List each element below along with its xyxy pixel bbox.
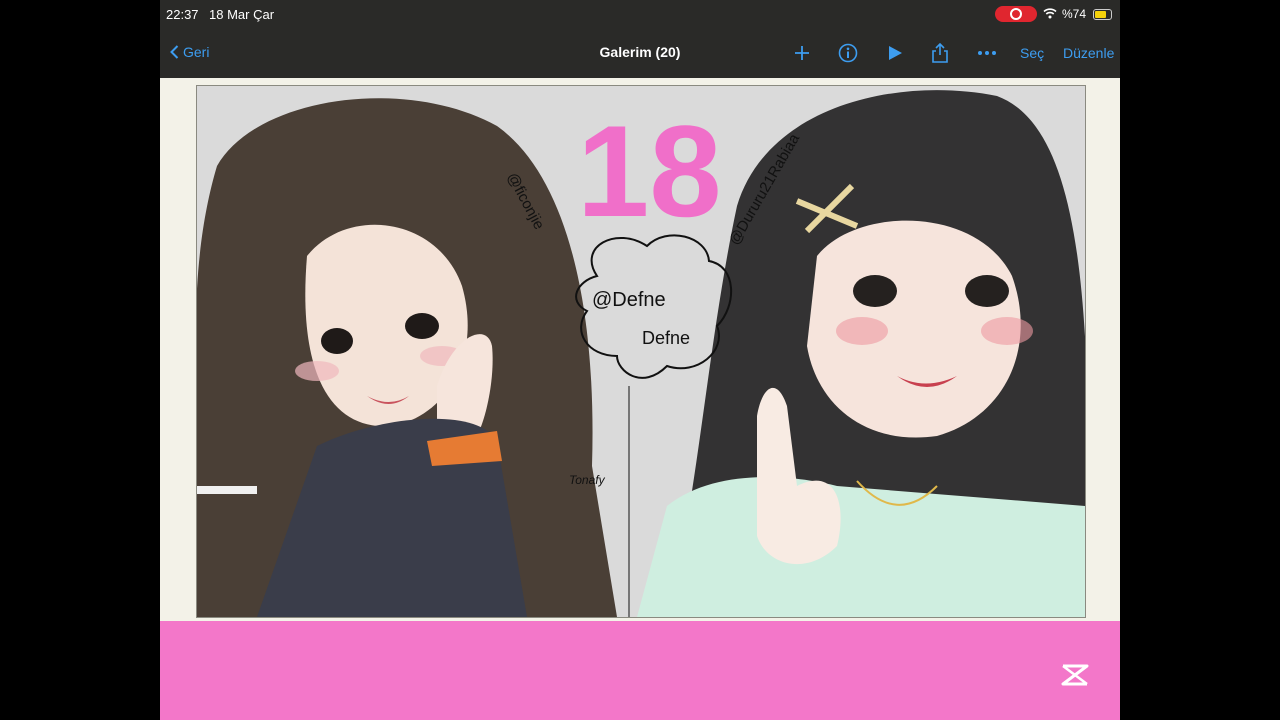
more-icon[interactable] [974, 40, 1000, 66]
battery-percentage: %74 [1062, 7, 1087, 21]
info-icon[interactable] [835, 40, 861, 66]
bubble-line-1: @Defne [592, 289, 666, 311]
artwork-image[interactable]: 18 @ficonjie @Dururu21Rabiaa @Defne Defn… [196, 85, 1086, 618]
status-bar: 22:37 18 Mar Çar %74 [160, 0, 1120, 28]
back-label: Geri [183, 44, 210, 60]
plus-icon[interactable] [789, 40, 815, 66]
ipad-screen: 22:37 18 Mar Çar %74 Geri Galerim (20) S… [160, 0, 1120, 720]
navigation-bar: Geri Galerim (20) Seç Düzenle [160, 28, 1120, 78]
pink-overlay-band [160, 621, 1120, 720]
select-button[interactable]: Seç [1020, 45, 1044, 61]
bubble-line-2: Defne [642, 328, 690, 348]
status-date: 18 Mar Çar [209, 7, 275, 22]
wifi-icon [1043, 8, 1057, 19]
record-icon[interactable] [995, 6, 1037, 22]
back-button[interactable]: Geri [170, 44, 209, 60]
edit-button[interactable]: Düzenle [1063, 45, 1114, 61]
play-icon[interactable] [882, 40, 908, 66]
battery-icon [1093, 9, 1112, 20]
chevron-left-icon [170, 45, 179, 59]
capcut-logo-icon [1061, 664, 1089, 686]
artwork-big-text: 18 [577, 98, 722, 244]
status-time: 22:37 [166, 7, 199, 22]
share-icon[interactable] [927, 40, 953, 66]
photo-viewer[interactable]: 18 @ficonjie @Dururu21Rabiaa @Defne Defn… [160, 78, 1120, 720]
small-signature: Tonafy [569, 473, 606, 487]
